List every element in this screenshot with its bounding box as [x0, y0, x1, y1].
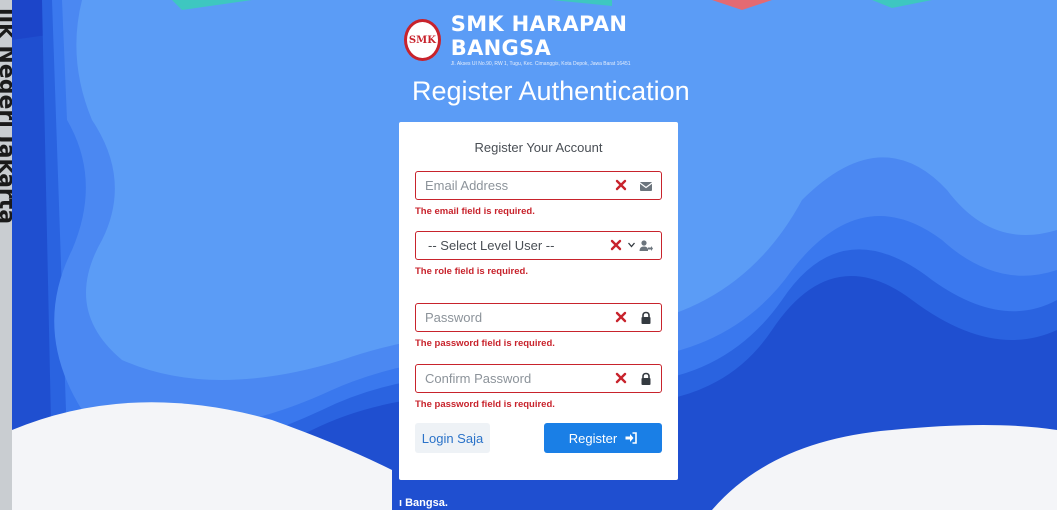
register-card: Register Your Account The email field is… — [399, 122, 678, 480]
role-error: The role field is required. — [415, 266, 528, 277]
confirm-password-input[interactable] — [416, 365, 596, 392]
login-button-label: Login Saja — [421, 430, 484, 446]
envelope-icon — [639, 182, 653, 191]
email-error: The email field is required. — [415, 206, 535, 217]
side-strip-text: lik Negeri Jakarta — [0, 8, 12, 225]
register-button[interactable]: Register — [544, 423, 662, 453]
lock-icon — [641, 372, 651, 385]
confirm-password-field[interactable] — [415, 364, 662, 393]
page-title: Register Authentication — [412, 76, 690, 106]
school-logo-text: SMK HARAPAN BANGSA Jl. Akses UI No.90, R… — [451, 12, 694, 68]
email-input[interactable] — [416, 172, 596, 199]
user-arrow-icon — [639, 240, 653, 251]
password-input[interactable] — [416, 304, 596, 331]
x-icon[interactable] — [615, 179, 627, 191]
password-error: The password field is required. — [415, 338, 555, 349]
card-title: Register Your Account — [474, 140, 603, 155]
login-button[interactable]: Login Saja — [415, 423, 490, 453]
lock-icon — [641, 311, 651, 324]
confirm-password-error: The password field is required. — [415, 399, 555, 410]
school-address: Jl. Akses UI No.90, RW 1, Tugu, Kec. Cim… — [450, 61, 631, 67]
x-icon[interactable] — [610, 239, 622, 251]
role-select-value: -- Select Level User -- — [428, 238, 555, 253]
password-field[interactable] — [415, 303, 662, 332]
x-icon[interactable] — [615, 311, 627, 323]
school-logo: SMK SMK HARAPAN BANGSA Jl. Akses UI No.9… — [404, 12, 694, 67]
role-select[interactable]: -- Select Level User -- — [415, 231, 662, 260]
register-button-label: Register — [568, 430, 618, 446]
school-logo-badge: SMK — [404, 19, 441, 61]
chevron-down-icon[interactable] — [628, 242, 635, 248]
footer-text: ı Bangsa. — [399, 497, 448, 509]
side-strip: lik Negeri Jakarta — [0, 0, 12, 510]
email-field[interactable] — [415, 171, 662, 200]
sign-in-icon — [625, 432, 638, 444]
school-name: SMK HARAPAN BANGSA — [450, 12, 628, 60]
x-icon[interactable] — [615, 372, 627, 384]
